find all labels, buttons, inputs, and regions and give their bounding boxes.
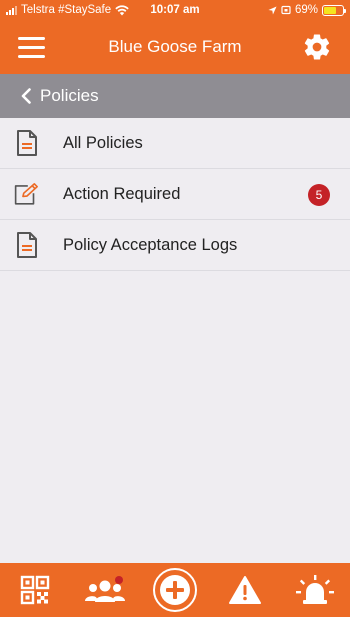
carrier-label: Telstra #StaySafe	[21, 4, 112, 16]
tab-qr-code[interactable]	[10, 565, 60, 615]
chevron-left-icon[interactable]	[20, 88, 32, 104]
hamburger-icon[interactable]	[18, 37, 45, 58]
menu-item-action-required[interactable]: Action Required 5	[0, 169, 350, 220]
alarm-light-icon	[296, 575, 334, 604]
wifi-icon	[115, 4, 129, 15]
battery-icon	[322, 4, 346, 16]
subheader[interactable]: Policies	[0, 74, 350, 118]
status-bar: Telstra #StaySafe 10:07 am 69%	[0, 0, 350, 20]
menu-item-label: Action Required	[63, 184, 181, 203]
tab-add[interactable]	[150, 565, 200, 615]
add-circle-icon	[153, 568, 197, 612]
orientation-lock-icon	[281, 5, 291, 15]
battery-percent: 69%	[294, 4, 318, 16]
action-count-badge: 5	[308, 184, 330, 206]
status-right: 69%	[268, 4, 346, 16]
tab-users[interactable]	[80, 565, 130, 615]
users-icon	[85, 576, 125, 602]
document-icon	[14, 128, 40, 158]
edit-icon	[14, 179, 40, 209]
location-arrow-icon	[268, 5, 277, 15]
status-left: Telstra #StaySafe	[6, 4, 129, 16]
warning-icon	[229, 576, 261, 604]
qr-code-icon	[20, 575, 50, 605]
app-header: Blue Goose Farm	[0, 20, 350, 74]
menu-item-label: Policy Acceptance Logs	[63, 235, 238, 254]
document-icon	[14, 230, 40, 260]
gear-icon[interactable]	[302, 32, 332, 62]
tab-warning[interactable]	[220, 565, 270, 615]
menu-item-label: All Policies	[63, 133, 143, 152]
tab-alarm[interactable]	[290, 565, 340, 615]
bottom-tab-bar	[0, 563, 350, 617]
policy-menu-list: All Policies Action Required 5 Policy Ac…	[0, 118, 350, 271]
menu-item-policy-acceptance-logs[interactable]: Policy Acceptance Logs	[0, 220, 350, 271]
app-title: Blue Goose Farm	[108, 37, 242, 56]
signal-icon	[6, 5, 17, 15]
menu-item-all-policies[interactable]: All Policies	[0, 118, 350, 169]
page-title: Policies	[40, 86, 99, 105]
